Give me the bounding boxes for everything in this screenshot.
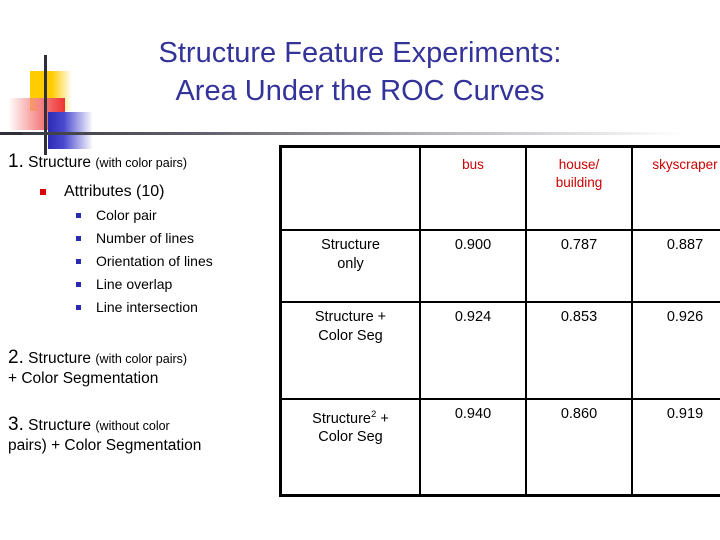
- cell-house-building: 0.853: [525, 301, 633, 400]
- slide-title-line-1: Structure Feature Experiments:: [158, 37, 562, 69]
- auc-results-table: bus house/ building skyscraper Structure…: [279, 145, 720, 497]
- cell-skyscraper: 0.887: [631, 229, 720, 304]
- outline-item-2-number: 2.: [8, 347, 24, 368]
- table-row: Structure2 + Color Seg 0.940 0.860 0.919: [279, 397, 720, 497]
- attribute-label: Line intersection: [96, 299, 198, 315]
- attributes-label: Attributes (10): [64, 183, 165, 200]
- cell-house-building: 0.860: [525, 397, 633, 497]
- table-row-label-structure-color-seg: Structure + Color Seg: [279, 301, 421, 400]
- table-header-skyscraper: skyscraper: [631, 145, 720, 232]
- outline-item-2-main: Structure: [28, 350, 92, 367]
- square-bullet-icon: [76, 213, 81, 218]
- row-label-line2: only: [337, 256, 364, 273]
- row-label-line2: Color Seg: [318, 429, 383, 446]
- crosshair-vertical-line-icon: [44, 55, 47, 155]
- square-bullet-icon: [76, 305, 81, 310]
- attribute-list-item: Color pair: [74, 205, 276, 226]
- outline-item-2-paren: (with color pairs): [95, 352, 188, 366]
- attribute-label: Orientation of lines: [96, 253, 213, 269]
- outline-item-3-cont: pairs) + Color Segmentation: [8, 437, 202, 454]
- attribute-label: Number of lines: [96, 230, 195, 246]
- table-row: Structure only 0.900 0.787 0.887: [279, 229, 720, 304]
- square-bullet-icon: [76, 236, 81, 241]
- square-bullet-icon: [76, 259, 81, 264]
- slide-title: Structure Feature Experiments: Area Unde…: [60, 34, 660, 110]
- slide-title-line-2: Area Under the ROC Curves: [175, 75, 545, 107]
- row-label-line2: Color Seg: [318, 328, 383, 345]
- outline-item-1-sub-label: Attributes (10): [38, 181, 276, 203]
- cell-house-building: 0.787: [525, 229, 633, 304]
- table-header-row: bus house/ building skyscraper: [279, 145, 720, 232]
- table-header-house-line1: house/: [558, 157, 600, 172]
- row-label-line1: Structure +: [314, 309, 387, 326]
- attribute-label: Line overlap: [96, 276, 173, 292]
- outline-content: 1. Structure (with color pairs) Attribut…: [8, 152, 276, 458]
- cell-skyscraper: 0.919: [631, 397, 720, 497]
- attribute-list-item: Number of lines: [74, 228, 276, 249]
- outline-item-1-number: 1.: [8, 151, 24, 172]
- table-header-house-line2: building: [555, 175, 603, 190]
- cell-bus: 0.940: [419, 397, 527, 497]
- table-header-bus: bus: [419, 145, 527, 232]
- blue-square-icon: [48, 112, 93, 149]
- cell-bus: 0.924: [419, 301, 527, 400]
- square-bullet-icon: [40, 189, 46, 195]
- row-label-line1: Structure: [312, 410, 372, 427]
- outline-item-3-paren: (without color: [95, 419, 170, 433]
- table-corner-cell: [279, 145, 421, 232]
- table-header-house-building: house/ building: [525, 145, 633, 232]
- outline-item-3-main: Structure: [28, 417, 92, 434]
- outline-item-1: 1. Structure (with color pairs): [8, 152, 276, 173]
- attribute-list-item: Line overlap: [74, 274, 276, 295]
- attribute-label: Color pair: [96, 207, 157, 223]
- row-label-line1: Structure: [321, 237, 380, 254]
- outline-item-1-paren: (with color pairs): [95, 156, 188, 170]
- attribute-list-item: Line intersection: [74, 297, 276, 318]
- attribute-list-item: Orientation of lines: [74, 251, 276, 272]
- row-label-line1b: +: [376, 410, 389, 427]
- square-bullet-icon: [76, 282, 81, 287]
- table-row-label-structure-squared-color-seg: Structure2 + Color Seg: [279, 397, 421, 497]
- outline-item-3-number: 3.: [8, 414, 24, 435]
- table-row: Structure + Color Seg 0.924 0.853 0.926: [279, 301, 720, 400]
- outline-item-2: 2. Structure (with color pairs) + Color …: [8, 348, 276, 389]
- cell-bus: 0.900: [419, 229, 527, 304]
- title-divider-rule: [22, 132, 682, 135]
- outline-item-2-cont: + Color Segmentation: [8, 370, 159, 387]
- cell-skyscraper: 0.926: [631, 301, 720, 400]
- outline-item-1-main: Structure: [28, 154, 92, 171]
- outline-item-3: 3. Structure (without color pairs) + Col…: [8, 415, 276, 456]
- table-row-label-structure-only: Structure only: [279, 229, 421, 304]
